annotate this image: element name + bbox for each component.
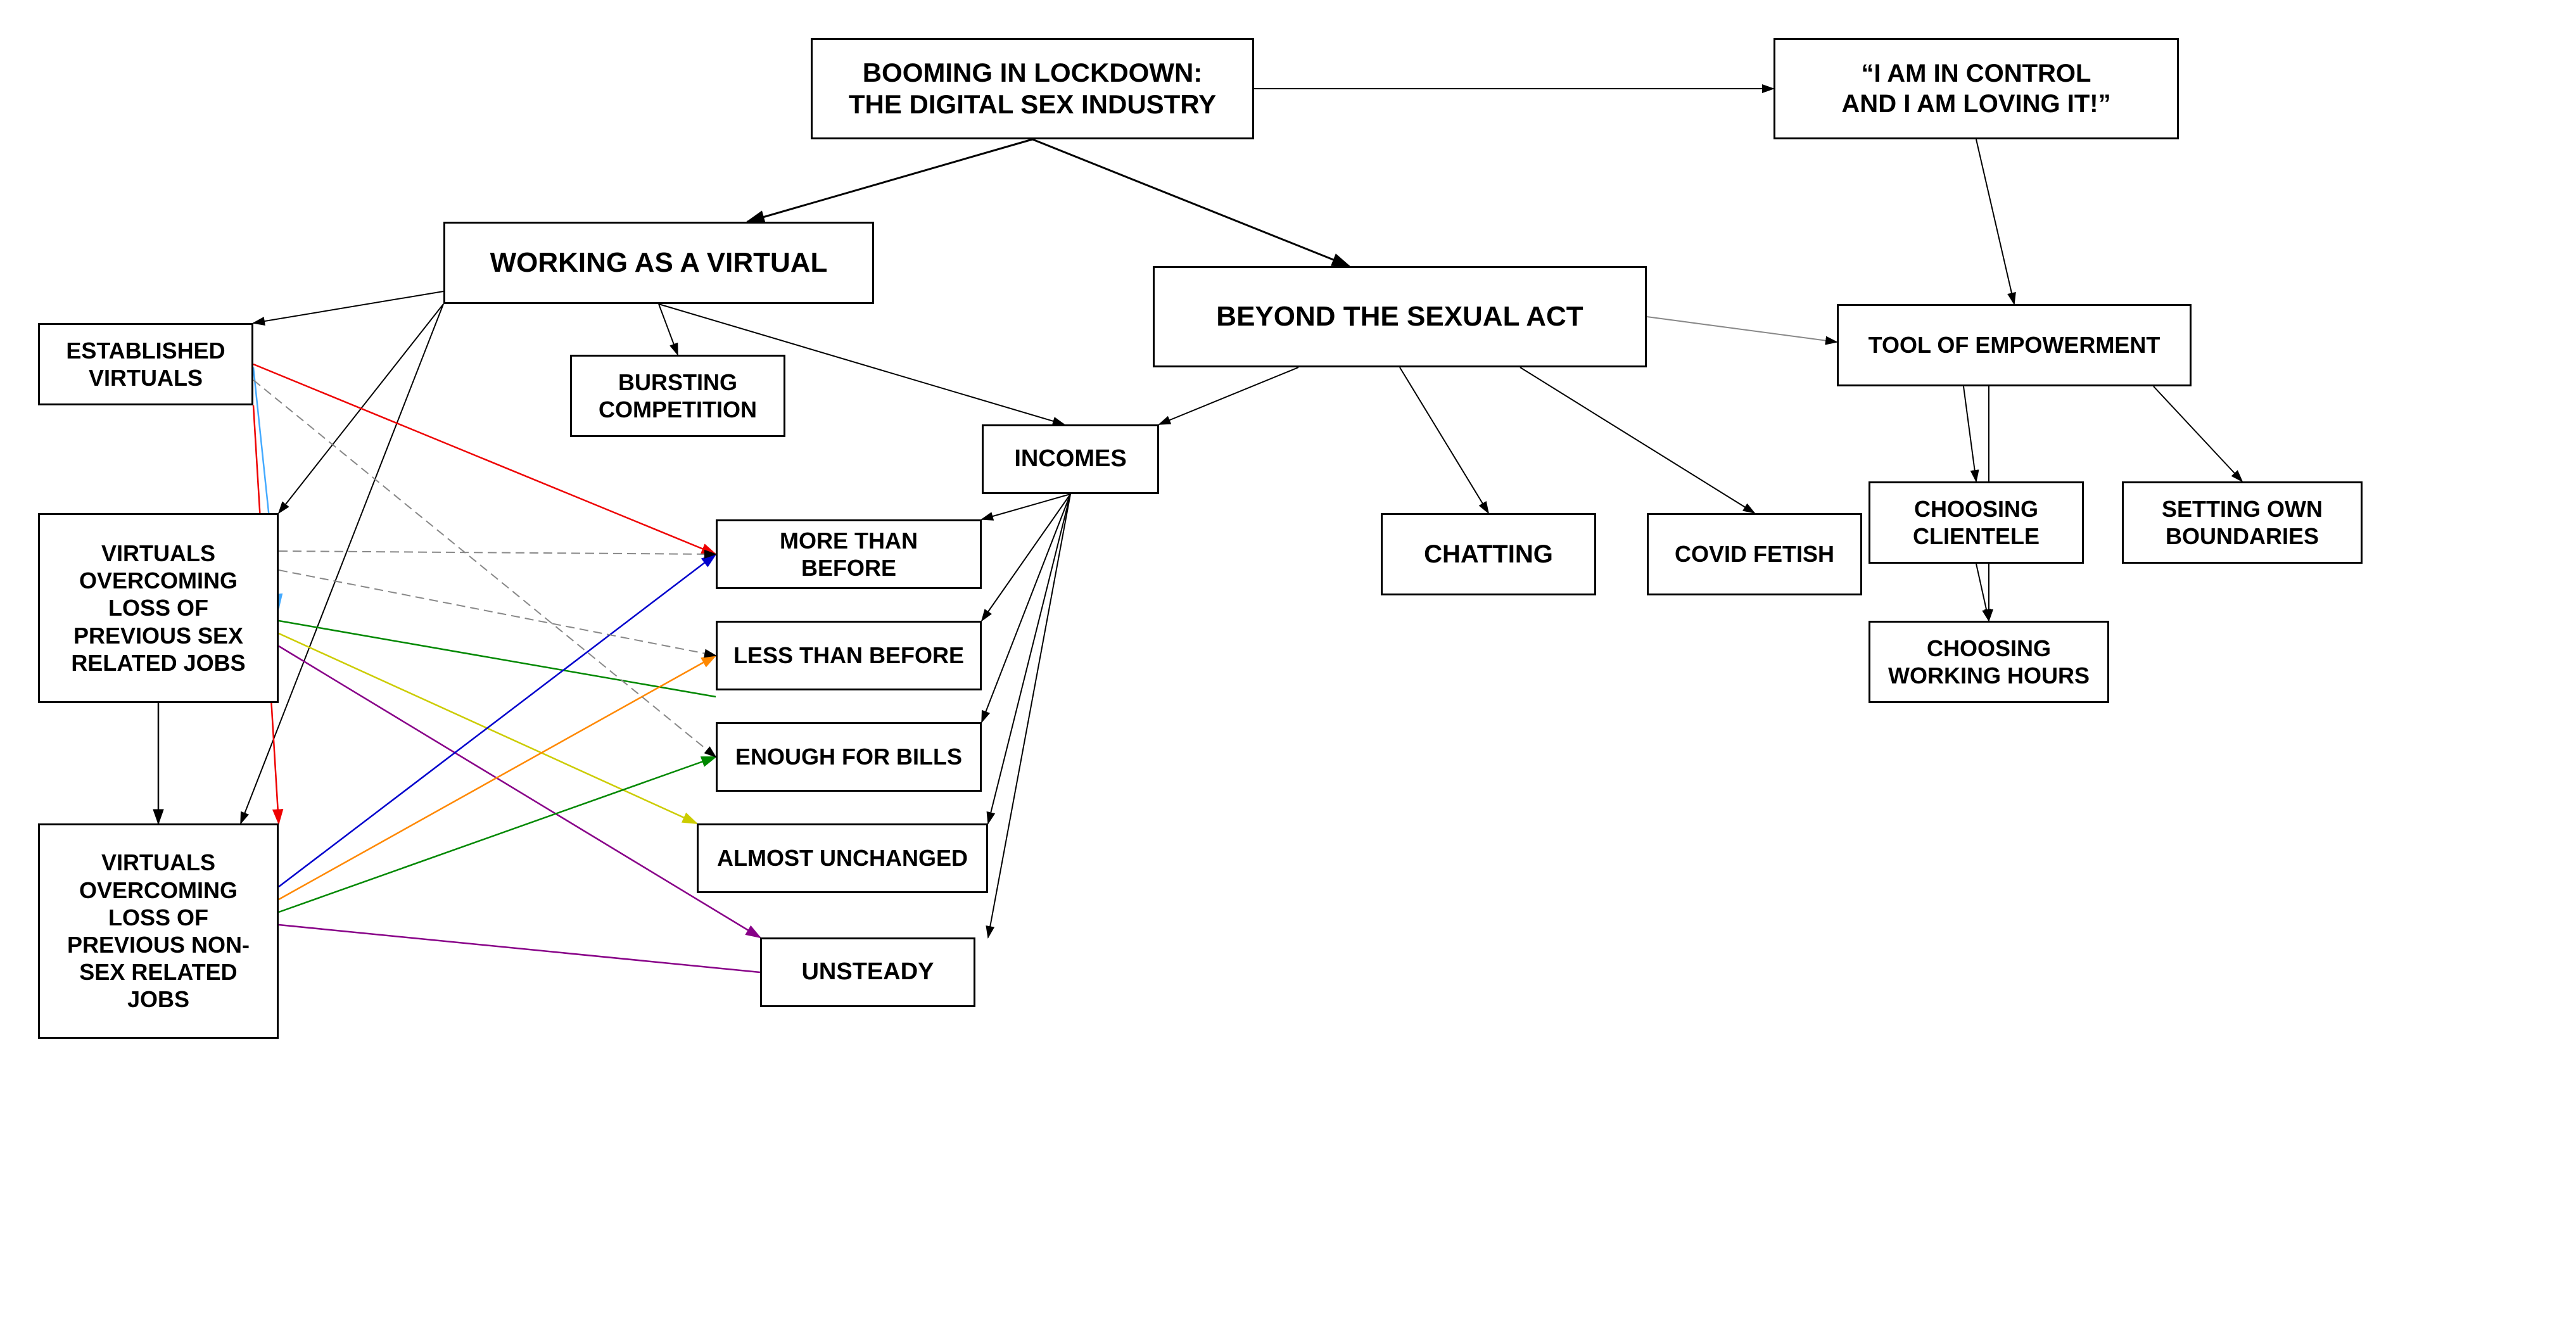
node-overcoming-sex: VIRTUALSOVERCOMINGLOSS OFPREVIOUS SEXREL… (38, 513, 279, 703)
node-control: “I AM IN CONTROLAND I AM LOVING IT!” (1773, 38, 2179, 139)
node-tool-empowerment: TOOL OF EMPOWERMENT (1837, 304, 2192, 386)
node-choosing-clientele: CHOOSINGCLIENTELE (1869, 481, 2084, 564)
node-chatting: CHATTING (1381, 513, 1596, 595)
node-beyond: BEYOND THE SEXUAL ACT (1153, 266, 1647, 367)
node-more-than: MORE THAN BEFORE (716, 519, 982, 589)
node-root: BOOMING IN LOCKDOWN:THE DIGITAL SEX INDU… (811, 38, 1254, 139)
node-unsteady: UNSTEADY (760, 937, 975, 1007)
node-bursting: BURSTINGCOMPETITION (570, 355, 785, 437)
node-covid-fetish: COVID FETISH (1647, 513, 1862, 595)
node-less-than: LESS THAN BEFORE (716, 621, 982, 690)
node-overcoming-nonsex: VIRTUALSOVERCOMINGLOSS OFPREVIOUS NON-SE… (38, 823, 279, 1039)
node-setting-boundaries: SETTING OWNBOUNDARIES (2122, 481, 2363, 564)
diagram-container: BOOMING IN LOCKDOWN:THE DIGITAL SEX INDU… (0, 0, 2576, 1327)
node-virtual: WORKING AS A VIRTUAL (443, 222, 874, 304)
node-choosing-hours: CHOOSINGWORKING HOURS (1869, 621, 2109, 703)
node-established: ESTABLISHEDVIRTUALS (38, 323, 253, 405)
arrows-svg (0, 0, 2576, 1327)
node-incomes: INCOMES (982, 424, 1159, 494)
node-unchanged: ALMOST UNCHANGED (697, 823, 988, 893)
node-enough: ENOUGH FOR BILLS (716, 722, 982, 792)
